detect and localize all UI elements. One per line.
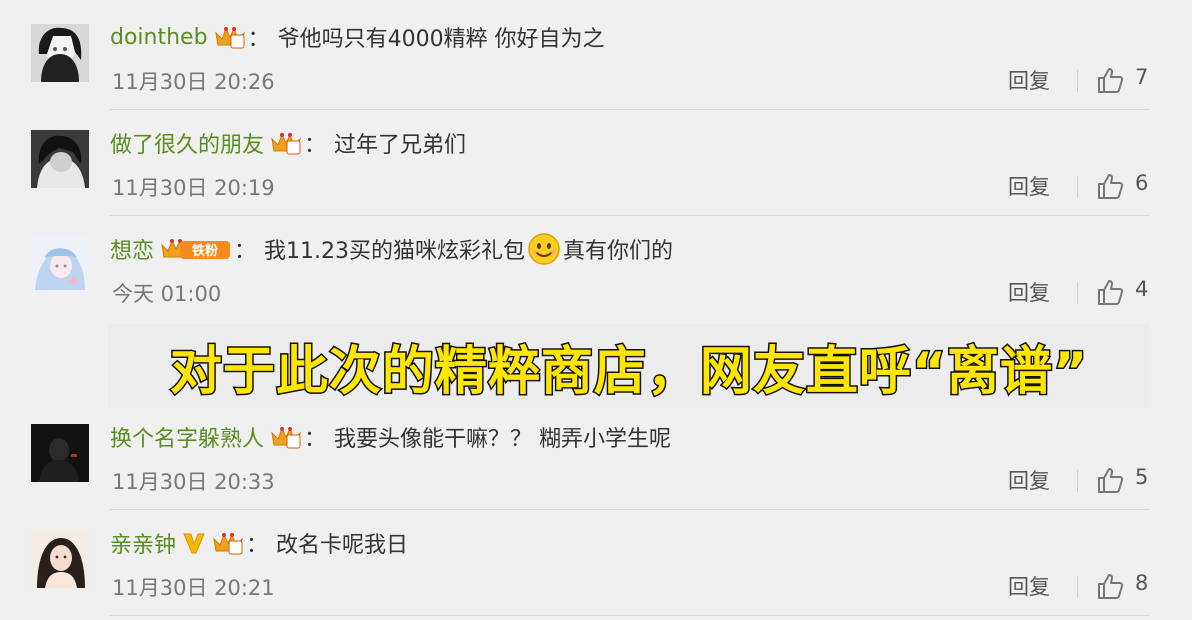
like-count: 8	[1135, 571, 1149, 595]
divider	[110, 615, 1150, 616]
thumbs-up-icon[interactable]	[1096, 466, 1124, 494]
username-link[interactable]: 想恋	[110, 233, 154, 265]
reply-button[interactable]: 回复	[1008, 171, 1050, 201]
fan-badge-label: 铁粉	[191, 243, 218, 259]
colon: ：	[234, 239, 257, 264]
divider-bar	[1077, 576, 1078, 598]
comment-text: 爷他吗只有4000精粹 你好自为之	[277, 27, 605, 52]
divider-bar	[1077, 176, 1078, 198]
crown-badge-icon	[212, 531, 244, 555]
thumbs-up-icon[interactable]	[1096, 66, 1124, 94]
comment-header: dointheb ： 爷他吗只有4000精粹 你好自为之	[110, 20, 605, 54]
username-link[interactable]: dointheb	[110, 25, 208, 50]
timestamp: 11月30日 20:19	[112, 176, 275, 200]
crown-badge-icon	[214, 25, 246, 49]
reply-button[interactable]: 回复	[1008, 65, 1050, 95]
timestamp: 今天 01:00	[112, 282, 222, 306]
comment-item: 做了很久的朋友 ： 过年了兄弟们 11月30日 20:19 回复 6	[0, 110, 1192, 216]
avatar[interactable]	[31, 130, 89, 188]
reply-button[interactable]: 回复	[1008, 277, 1050, 307]
crown-badge-icon	[270, 425, 302, 449]
comment-item: 亲亲钟 ： 改名卡呢我日 11月30日 20:21 回复 8	[0, 510, 1192, 616]
timestamp: 11月30日 20:33	[112, 470, 275, 494]
colon: ：	[247, 27, 270, 52]
avatar[interactable]	[31, 24, 89, 82]
comment-item: 换个名字躲熟人 ： 我要头像能干嘛？？ 糊弄小学生呢 11月30日 20:33 …	[0, 404, 1192, 510]
reply-button[interactable]: 回复	[1008, 571, 1050, 601]
verified-v-icon	[182, 531, 206, 555]
crown-badge-icon	[270, 131, 302, 155]
colon: ：	[304, 427, 327, 452]
comment-header: 亲亲钟 ： 改名卡呢我日	[110, 526, 408, 560]
comment-header: 换个名字躲熟人 ： 我要头像能干嘛？？ 糊弄小学生呢	[110, 420, 671, 454]
like-count: 4	[1135, 277, 1149, 301]
comment-text: 改名卡呢我日	[276, 533, 409, 558]
comment-text: 过年了兄弟们	[334, 133, 467, 158]
divider-bar	[1077, 282, 1078, 304]
comment-text: 我11.23买的猫咪炫彩礼包	[264, 239, 526, 264]
like-count: 6	[1135, 171, 1149, 195]
divider-bar	[1077, 470, 1078, 492]
comment-text: 我要头像能干嘛？？ 糊弄小学生呢	[334, 427, 672, 452]
thumbs-up-icon[interactable]	[1096, 172, 1124, 200]
comment-header: 做了很久的朋友 ： 过年了兄弟们	[110, 126, 466, 160]
caption-banner: 对于此次的精粹商店，网友直呼“离谱”	[108, 324, 1150, 408]
comment-text-continued: 真有你们的	[563, 239, 674, 264]
comment-item: 想恋 铁粉 ： 我11.23买的猫咪炫彩礼包 真有你们的 今天 01:00 回复…	[0, 216, 1192, 322]
colon: ：	[304, 133, 327, 158]
like-count: 7	[1135, 65, 1149, 89]
comment-header: 想恋 铁粉 ： 我11.23买的猫咪炫彩礼包 真有你们的	[110, 232, 673, 266]
colon: ：	[246, 533, 269, 558]
timestamp: 11月30日 20:26	[112, 70, 275, 94]
divider-bar	[1077, 70, 1078, 92]
like-count: 5	[1135, 465, 1149, 489]
username-link[interactable]: 亲亲钟	[110, 527, 176, 559]
timestamp: 11月30日 20:21	[112, 576, 275, 600]
thumbs-up-icon[interactable]	[1096, 278, 1124, 306]
avatar[interactable]	[31, 424, 89, 482]
avatar[interactable]	[31, 236, 89, 294]
avatar[interactable]	[31, 530, 89, 588]
thumbs-up-icon[interactable]	[1096, 572, 1124, 600]
username-link[interactable]: 换个名字躲熟人	[110, 421, 264, 453]
reply-button[interactable]: 回复	[1008, 465, 1050, 495]
comment-item: dointheb ： 爷他吗只有4000精粹 你好自为之 11月30日 20:2…	[0, 4, 1192, 110]
fan-badge-icon: 铁粉	[160, 237, 232, 261]
username-link[interactable]: 做了很久的朋友	[110, 127, 264, 159]
caption-text: 对于此次的精粹商店，网友直呼“离谱”	[168, 340, 1089, 403]
smile-emoji-icon	[527, 232, 561, 266]
